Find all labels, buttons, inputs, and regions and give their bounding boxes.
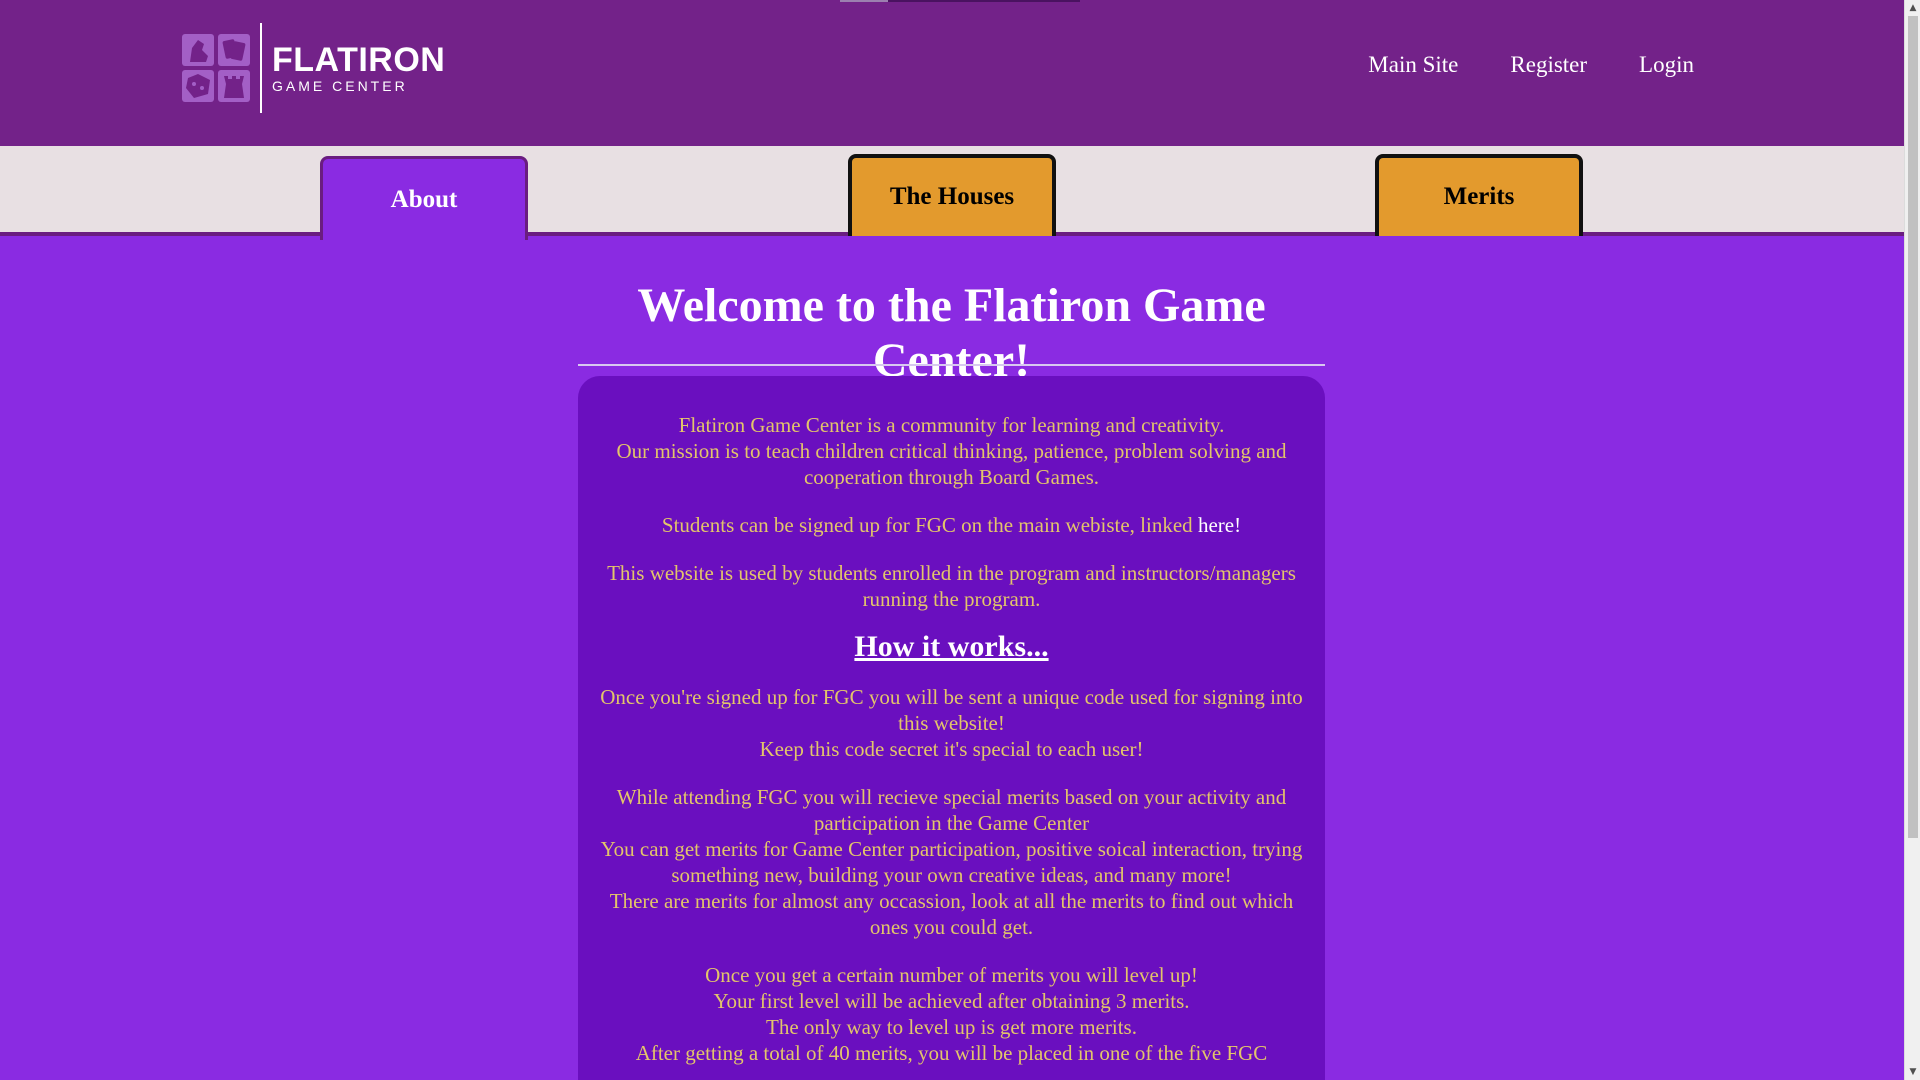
tab-the-houses[interactable]: The Houses bbox=[848, 154, 1056, 236]
page-scrollbar[interactable]: ▲ ▼ bbox=[1904, 0, 1920, 1080]
scroll-up-arrow-icon[interactable]: ▲ bbox=[1905, 0, 1920, 16]
logo-text: FLATIRON GAME CENTER bbox=[272, 42, 445, 94]
scroll-thumb[interactable] bbox=[1908, 16, 1918, 838]
level-text: Once you get a certain number of merits … bbox=[578, 962, 1325, 1066]
level-line-3: The only way to level up is get more mer… bbox=[766, 1015, 1137, 1039]
logo-name: FLATIRON bbox=[272, 41, 446, 79]
logo[interactable]: FLATIRON GAME CENTER bbox=[182, 22, 445, 114]
merits-line-3: There are merits for almost any occassio… bbox=[609, 889, 1294, 939]
page-title: Welcome to the Flatiron Game Center! bbox=[637, 279, 1266, 387]
level-line-1: Once you get a certain number of merits … bbox=[705, 963, 1198, 987]
nav-register[interactable]: Register bbox=[1510, 52, 1587, 78]
intro-line-2: Our mission is to teach children critica… bbox=[616, 439, 1287, 489]
scroll-down-arrow-icon[interactable]: ▼ bbox=[1905, 1064, 1920, 1080]
usage-text: This website is used by students enrolle… bbox=[607, 561, 1296, 611]
merits-line-1: While attending FGC you will recieve spe… bbox=[616, 785, 1287, 835]
nav-main-site[interactable]: Main Site bbox=[1368, 52, 1458, 78]
tab-about[interactable]: About bbox=[320, 156, 528, 240]
code-line-2: Keep this code secret it's special to ea… bbox=[759, 737, 1144, 761]
title-divider bbox=[578, 364, 1325, 366]
site-header: FLATIRON GAME CENTER Main Site Register … bbox=[0, 0, 1904, 144]
top-nav: Main Site Register Login bbox=[1368, 52, 1694, 78]
logo-subtitle: GAME CENTER bbox=[272, 78, 408, 94]
loading-indicator bbox=[840, 0, 1080, 2]
merits-text: While attending FGC you will recieve spe… bbox=[578, 784, 1325, 940]
signup-link[interactable]: here! bbox=[1198, 513, 1241, 537]
about-card: Flatiron Game Center is a community for … bbox=[578, 376, 1325, 1080]
signup-line: Students can be signed up for FGC on the… bbox=[661, 513, 1198, 537]
tab-strip: About The Houses Merits bbox=[0, 144, 1904, 240]
code-line-1: Once you're signed up for FGC you will b… bbox=[600, 685, 1303, 735]
merits-line-2: You can get merits for Game Center parti… bbox=[600, 837, 1303, 887]
level-line-4: After getting a total of 40 merits, you … bbox=[635, 1041, 1268, 1065]
intro-text: Flatiron Game Center is a community for … bbox=[578, 412, 1325, 490]
logo-divider bbox=[260, 23, 262, 113]
intro-line-1: Flatiron Game Center is a community for … bbox=[678, 413, 1225, 437]
code-text: Once you're signed up for FGC you will b… bbox=[578, 684, 1325, 762]
game-pieces-icon bbox=[182, 34, 250, 102]
tab-merits[interactable]: Merits bbox=[1375, 154, 1583, 236]
signup-text: Students can be signed up for FGC on the… bbox=[578, 512, 1325, 538]
level-line-2: Your first level will be achieved after … bbox=[713, 989, 1190, 1013]
nav-login[interactable]: Login bbox=[1639, 52, 1694, 78]
how-it-works-heading: How it works... bbox=[854, 630, 1049, 663]
